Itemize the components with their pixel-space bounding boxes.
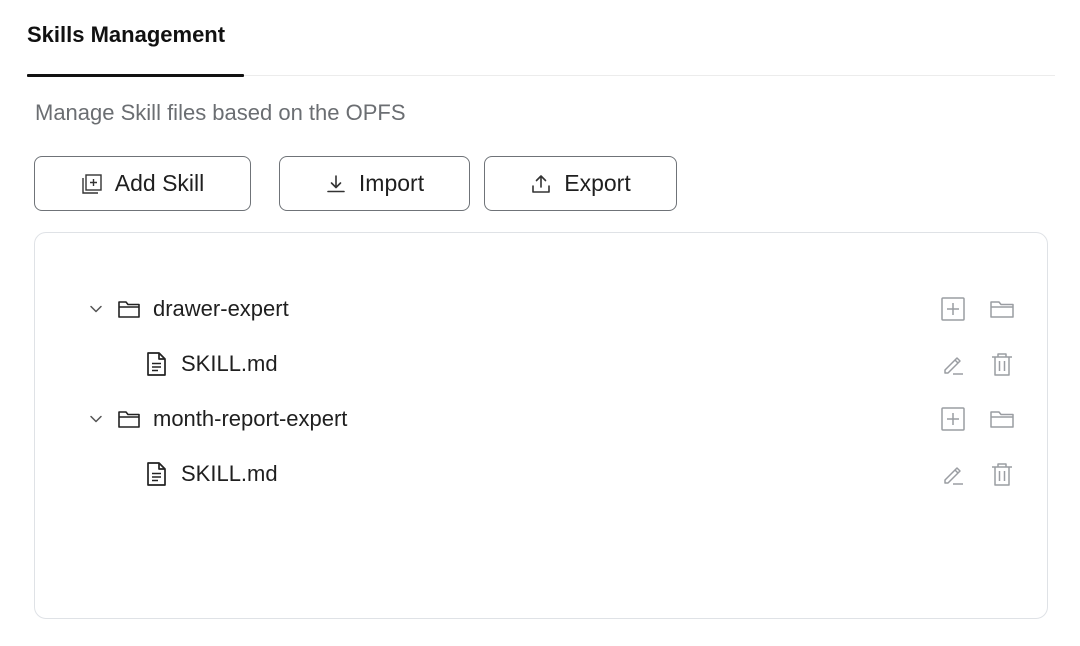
edit-file-button[interactable] xyxy=(939,460,967,488)
pencil-icon xyxy=(944,467,963,485)
file-name: SKILL.md xyxy=(181,351,278,376)
download-icon xyxy=(327,174,345,192)
import-button[interactable]: Import xyxy=(279,156,470,211)
export-label: Export xyxy=(564,170,631,196)
file-text-icon xyxy=(145,351,167,377)
new-file-button[interactable] xyxy=(939,405,967,433)
import-label: Import xyxy=(358,170,425,196)
folder-name: month-report-expert xyxy=(153,406,348,431)
add-skill-label: Add Skill xyxy=(114,170,205,196)
chevron-down-icon[interactable] xyxy=(87,300,105,318)
trash-icon xyxy=(992,463,1012,486)
plus-square-icon xyxy=(941,297,965,321)
edit-file-button[interactable] xyxy=(939,350,967,378)
folder-name: drawer-expert xyxy=(153,296,289,321)
tree-file-row[interactable]: SKILL.md xyxy=(35,344,1047,384)
pencil-icon xyxy=(944,357,963,375)
folder-icon xyxy=(990,301,1014,318)
folder-icon xyxy=(117,408,141,430)
tab-bar: Skills Management xyxy=(27,0,1055,77)
plus-square-icon xyxy=(941,407,965,431)
file-name: SKILL.md xyxy=(181,461,278,486)
chevron-down-icon[interactable] xyxy=(87,410,105,428)
skills-tree-panel: drawer-expert SKILL.md month-report-expe… xyxy=(34,232,1048,619)
delete-file-button[interactable] xyxy=(988,350,1016,378)
upload-icon xyxy=(532,174,551,193)
new-file-button[interactable] xyxy=(939,295,967,323)
tree-folder-row[interactable]: month-report-expert xyxy=(35,399,1047,439)
folder-icon xyxy=(990,411,1014,428)
plus-square-icon xyxy=(82,173,102,194)
page-subtitle: Manage Skill files based on the OPFS xyxy=(35,100,406,125)
tree-folder-row[interactable]: drawer-expert xyxy=(35,289,1047,329)
new-folder-button[interactable] xyxy=(988,405,1016,433)
trash-icon xyxy=(992,353,1012,376)
export-button[interactable]: Export xyxy=(484,156,677,211)
file-text-icon xyxy=(145,461,167,487)
add-skill-button[interactable]: Add Skill xyxy=(34,156,251,211)
folder-icon xyxy=(117,298,141,320)
new-folder-button[interactable] xyxy=(988,295,1016,323)
tab-skills-management[interactable]: Skills Management xyxy=(27,0,244,77)
skills-management-page: Skills Management Manage Skill files bas… xyxy=(0,0,1080,646)
delete-file-button[interactable] xyxy=(988,460,1016,488)
tree-file-row[interactable]: SKILL.md xyxy=(35,454,1047,494)
